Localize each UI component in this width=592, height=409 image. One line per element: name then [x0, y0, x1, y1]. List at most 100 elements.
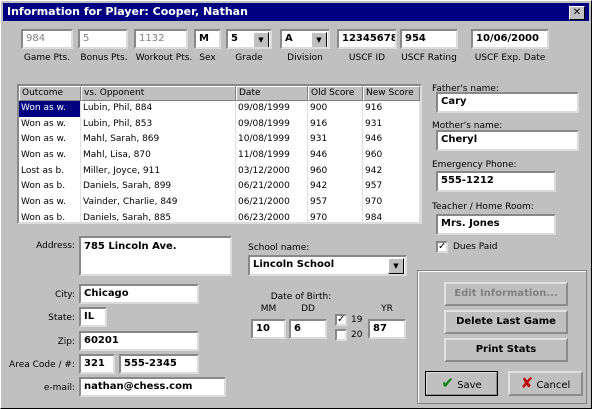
table-cell: Miller, Joyce, 911 [81, 163, 236, 180]
table-cell: 931 [363, 116, 420, 133]
table-cell: Lubin, Phil, 884 [81, 101, 236, 117]
table-cell: Lubin, Phil, 853 [81, 116, 236, 133]
close-button[interactable]: ✕ [569, 6, 585, 20]
uscf-exp-label: USCF Exp. Date [474, 53, 546, 63]
dob-mm-field[interactable]: 10 [251, 319, 286, 339]
games-table[interactable]: Outcome vs. Opponent Date Old Score New … [17, 84, 422, 224]
table-cell: 946 [308, 148, 363, 164]
col-date[interactable]: Date [236, 86, 308, 101]
uscf-rating-label: USCF Rating [401, 53, 457, 63]
save-label: Save [457, 380, 482, 391]
table-cell: 900 [308, 101, 363, 117]
teacher-field[interactable]: Mrs. Jones [436, 214, 556, 235]
col-opponent[interactable]: vs. Opponent [81, 86, 236, 101]
table-row[interactable]: Won as w. Mahl, Lisa, 870 11/08/1999 946 960 [19, 148, 420, 164]
phone-field[interactable]: 555-2345 [119, 354, 199, 374]
table-cell: Lost as b. [19, 163, 81, 180]
col-new-score[interactable]: New Score [363, 86, 420, 101]
dob-yr-field[interactable]: 87 [368, 319, 406, 339]
division-label: Division [287, 53, 323, 63]
grade-select[interactable]: 5 ▼ [226, 29, 272, 49]
chevron-down-icon[interactable]: ▼ [253, 32, 269, 47]
table-cell: 946 [363, 132, 420, 149]
dob-label: Date of Birth: [270, 292, 332, 302]
chevron-down-icon[interactable]: ▼ [388, 258, 404, 274]
edit-information-button[interactable]: Edit Information... [444, 282, 568, 306]
table-row[interactable]: Won as w. Mahl, Sarah, 869 10/08/1999 931 94… [19, 132, 420, 149]
table-cell: 06/23/2000 [236, 210, 308, 222]
print-stats-button[interactable]: Print Stats [444, 338, 568, 362]
city-field[interactable]: Chicago [79, 284, 199, 304]
bonus-pts-field: 5 [78, 29, 128, 49]
window-title: Information for Player: Cooper, Nathan [7, 5, 248, 18]
division-select[interactable]: A ▼ [280, 29, 330, 49]
table-cell: 916 [363, 101, 420, 117]
table-cell: Daniels, Sarah, 899 [81, 179, 236, 196]
area-code-field[interactable]: 321 [79, 354, 115, 374]
email-field[interactable]: nathan@chess.com [79, 377, 226, 397]
teacher-label: Teacher / Home Room: [432, 202, 534, 212]
uscf-rating-field[interactable]: 954 [400, 29, 458, 49]
game-pts-field: 984 [21, 29, 73, 49]
col-outcome[interactable]: Outcome [19, 86, 81, 101]
century-20-checkbox[interactable] [335, 329, 347, 341]
school-label: School name: [248, 243, 310, 253]
dues-paid-checkbox[interactable]: ✓ [436, 241, 448, 253]
dob-dd-field[interactable]: 6 [289, 319, 327, 339]
col-old-score[interactable]: Old Score [308, 86, 363, 101]
table-cell: 984 [363, 210, 420, 222]
zip-label: Zip: [57, 337, 75, 347]
table-cell: Vainder, Charlie, 849 [81, 195, 236, 211]
table-cell: Won as b. [19, 210, 81, 222]
address-label: Address: [36, 241, 75, 251]
state-field[interactable]: IL [79, 307, 107, 327]
table-row[interactable]: Won as w. Vainder, Charlie, 849 06/21/2000… [19, 195, 420, 211]
dues-paid-label: Dues Paid [453, 242, 498, 252]
cancel-icon: ✘ [520, 374, 534, 392]
title-bar: Information for Player: Cooper, Nathan ✕ [3, 3, 589, 21]
mm-label: MM [260, 304, 277, 314]
save-button[interactable]: ✔ Save [425, 371, 498, 396]
emergency-field[interactable]: 555-1212 [436, 171, 556, 192]
table-cell: 06/21/2000 [236, 195, 308, 211]
table-cell: Daniels, Sarah, 885 [81, 210, 236, 222]
table-cell: 09/08/1999 [236, 116, 308, 133]
uscf-exp-field[interactable]: 10/06/2000 [471, 29, 549, 49]
table-row[interactable]: Won as w. Lubin, Phil, 853 09/08/1999 916 93… [19, 116, 420, 133]
table-row[interactable]: Won as b. Daniels, Sarah, 899 06/21/2000 94… [19, 179, 420, 196]
email-label: e-mail: [43, 383, 75, 393]
address-field[interactable]: 785 Lincoln Ave. [79, 236, 232, 276]
mother-field[interactable]: Cheryl [436, 130, 579, 151]
table-header: Outcome vs. Opponent Date Old Score New … [19, 86, 420, 101]
division-value: A [285, 33, 293, 44]
sex-label: Sex [199, 53, 216, 63]
table-cell: 960 [363, 148, 420, 164]
zip-field[interactable]: 60201 [79, 331, 199, 351]
school-select[interactable]: Lincoln School ▼ [248, 255, 407, 276]
table-cell: Won as w. [19, 132, 81, 149]
table-cell: Won as w. [19, 195, 81, 211]
table-cell: 942 [308, 179, 363, 196]
cancel-button[interactable]: ✘ Cancel [508, 371, 583, 396]
table-cell: Won as w. [19, 116, 81, 133]
uscf-id-field[interactable]: 12345678 [337, 29, 397, 49]
cancel-label: Cancel [536, 380, 571, 391]
workout-pts-field: 1132 [134, 29, 188, 49]
century-20-label: 20 [351, 330, 363, 340]
table-cell: 916 [308, 116, 363, 133]
table-row[interactable]: Won as w. Lubin, Phil, 884 09/08/1999 900 91… [19, 101, 420, 117]
table-cell: Mahl, Lisa, 870 [81, 148, 236, 164]
century-19-checkbox[interactable]: ✓ [335, 314, 347, 326]
sex-field[interactable]: M [194, 29, 221, 49]
century-19-label: 19 [351, 315, 363, 325]
uscf-id-label: USCF ID [348, 53, 386, 63]
phone-label: Area Code / #: [9, 360, 75, 370]
father-field[interactable]: Cary [436, 92, 579, 113]
chevron-down-icon[interactable]: ▼ [311, 32, 327, 47]
delete-last-game-button[interactable]: Delete Last Game [444, 310, 568, 334]
table-row[interactable]: Lost as b. Miller, Joyce, 911 03/12/2000 96… [19, 163, 420, 180]
table-cell: 960 [308, 163, 363, 180]
table-row[interactable]: Won as b. Daniels, Sarah, 885 06/23/2000 97… [19, 210, 420, 222]
table-cell: 10/08/1999 [236, 132, 308, 149]
city-label: City: [54, 290, 75, 300]
